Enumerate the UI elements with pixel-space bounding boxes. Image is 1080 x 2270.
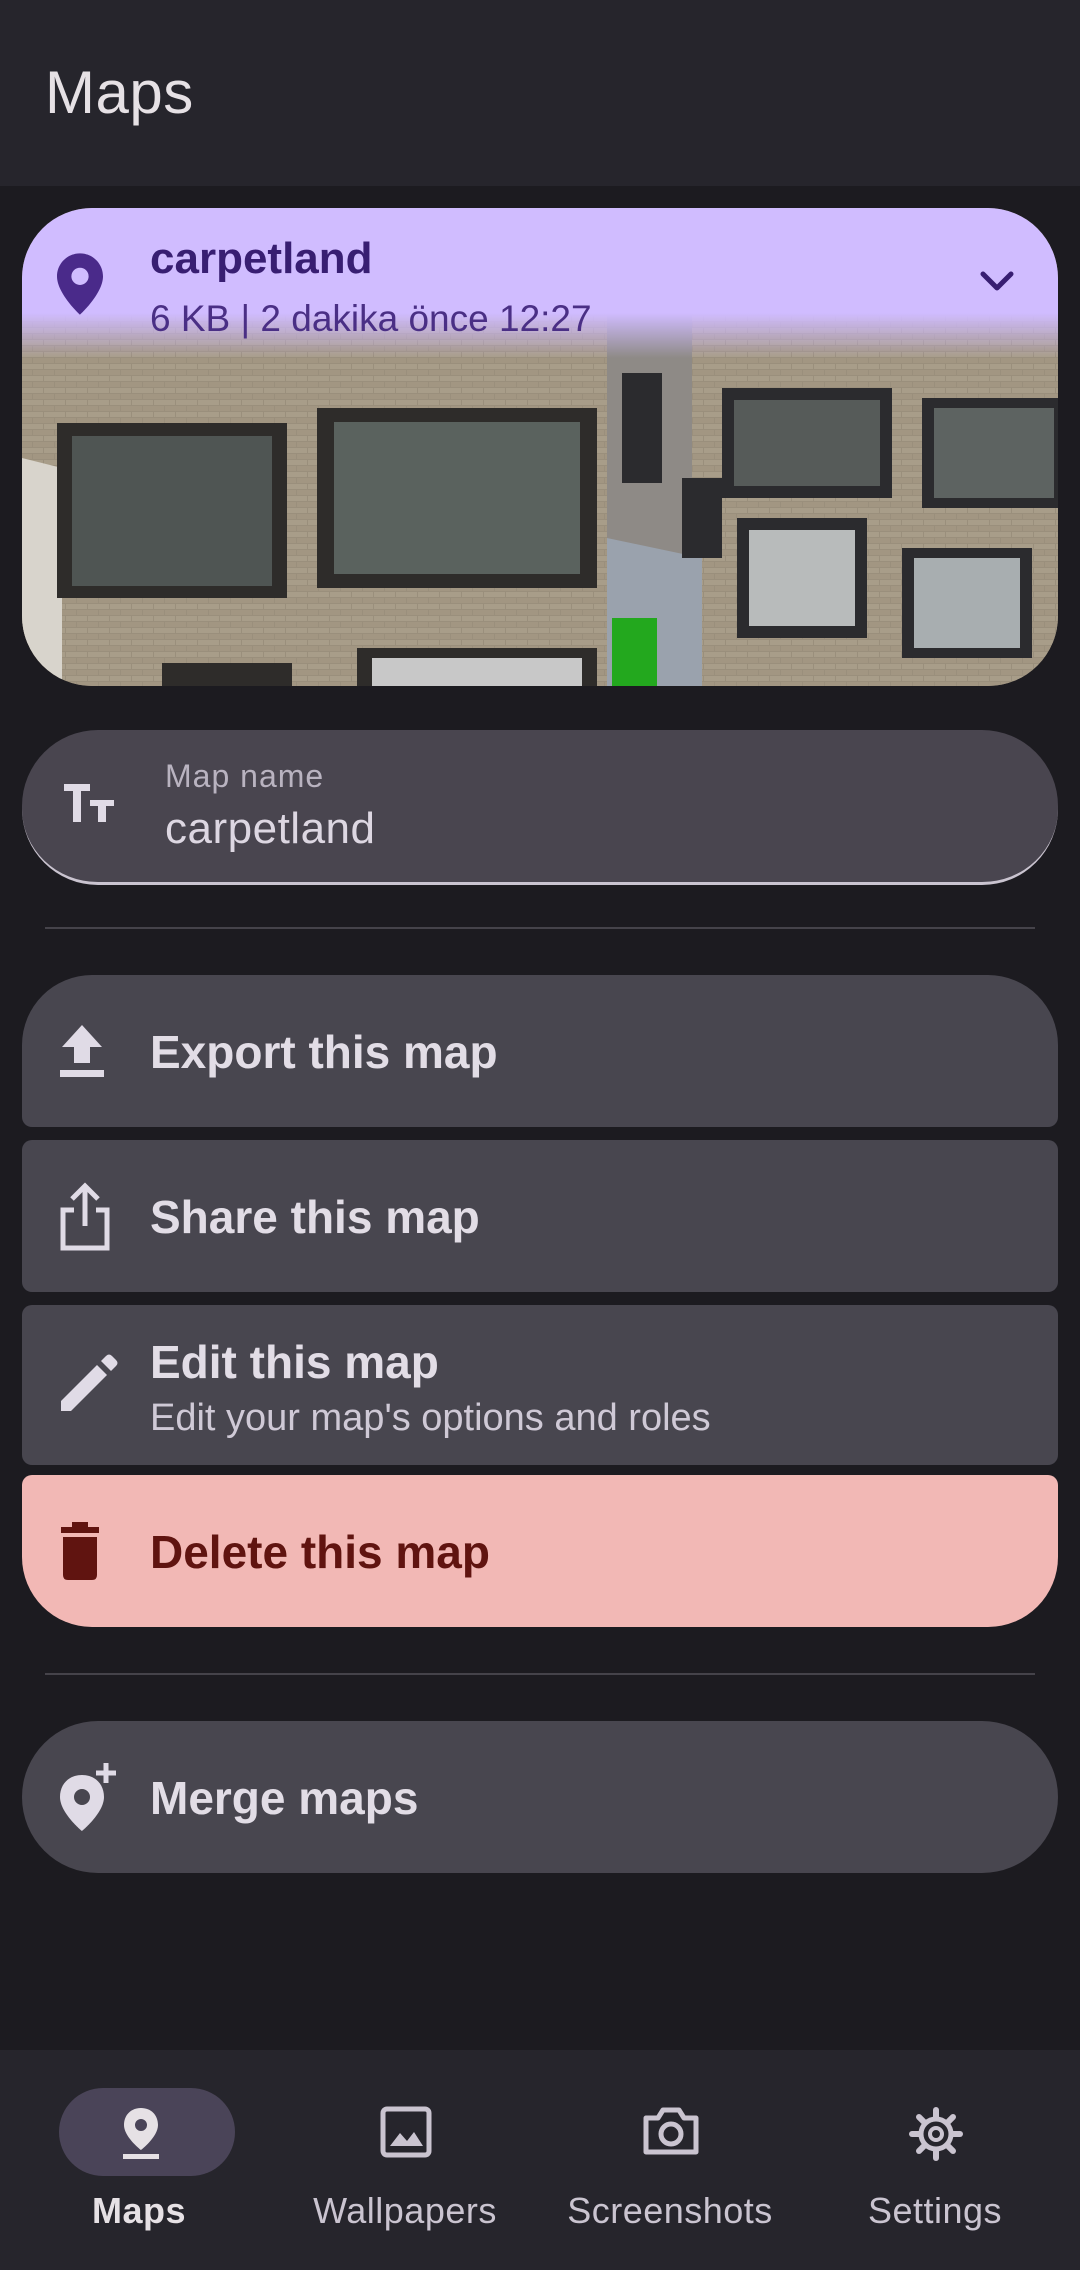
edit-map-button[interactable]: Edit this map Edit your map's options an… <box>22 1305 1058 1465</box>
map-name: carpetland <box>150 234 373 283</box>
location-pin-icon <box>57 253 103 315</box>
delete-map-label: Delete this map <box>150 1526 490 1578</box>
merge-maps-button[interactable]: Merge maps <box>22 1721 1058 1873</box>
trash-icon <box>61 1522 99 1580</box>
divider <box>45 927 1035 929</box>
camera-icon <box>643 2107 699 2155</box>
nav-label: Screenshots <box>567 2190 773 2231</box>
nav-item-maps[interactable]: Maps <box>4 2050 274 2270</box>
pencil-icon <box>61 1354 118 1411</box>
delete-map-button[interactable]: Delete this map <box>22 1475 1058 1627</box>
bottom-navigation: Maps Wallpapers Screenshots Settings <box>0 2050 1080 2270</box>
nav-item-screenshots[interactable]: Screenshots <box>535 2050 805 2270</box>
export-map-button[interactable]: Export this map <box>22 975 1058 1127</box>
share-map-button[interactable]: Share this map <box>22 1140 1058 1292</box>
map-card[interactable]: carpetland 6 KB | 2 dakika önce 12:27 <box>22 208 1058 686</box>
export-map-label: Export this map <box>150 1026 498 1078</box>
gear-icon <box>909 2107 963 2161</box>
share-icon <box>60 1182 110 1251</box>
edit-map-label: Edit this map <box>150 1336 439 1388</box>
nav-item-wallpapers[interactable]: Wallpapers <box>270 2050 540 2270</box>
add-location-icon <box>60 1763 116 1831</box>
top-app-bar: Maps <box>0 0 1080 186</box>
text-fields-icon <box>64 784 114 822</box>
divider <box>45 1673 1035 1675</box>
edit-map-sublabel: Edit your map's options and roles <box>150 1397 711 1439</box>
nav-label: Wallpapers <box>313 2190 497 2231</box>
share-map-label: Share this map <box>150 1191 480 1243</box>
upload-icon <box>60 1025 104 1077</box>
merge-maps-label: Merge maps <box>150 1772 419 1824</box>
field-value[interactable]: carpetland <box>165 804 375 854</box>
chevron-down-icon[interactable] <box>977 268 1017 294</box>
nav-item-settings[interactable]: Settings <box>800 2050 1070 2270</box>
field-label: Map name <box>165 758 325 794</box>
nav-label: Maps <box>91 2190 187 2231</box>
page-title: Maps <box>45 59 194 126</box>
map-name-field[interactable]: Map name carpetland <box>22 730 1058 885</box>
nav-label: Settings <box>867 2190 1003 2231</box>
map-meta: 6 KB | 2 dakika önce 12:27 <box>150 298 592 339</box>
location-pin-icon <box>123 2108 159 2159</box>
image-icon <box>380 2106 432 2158</box>
